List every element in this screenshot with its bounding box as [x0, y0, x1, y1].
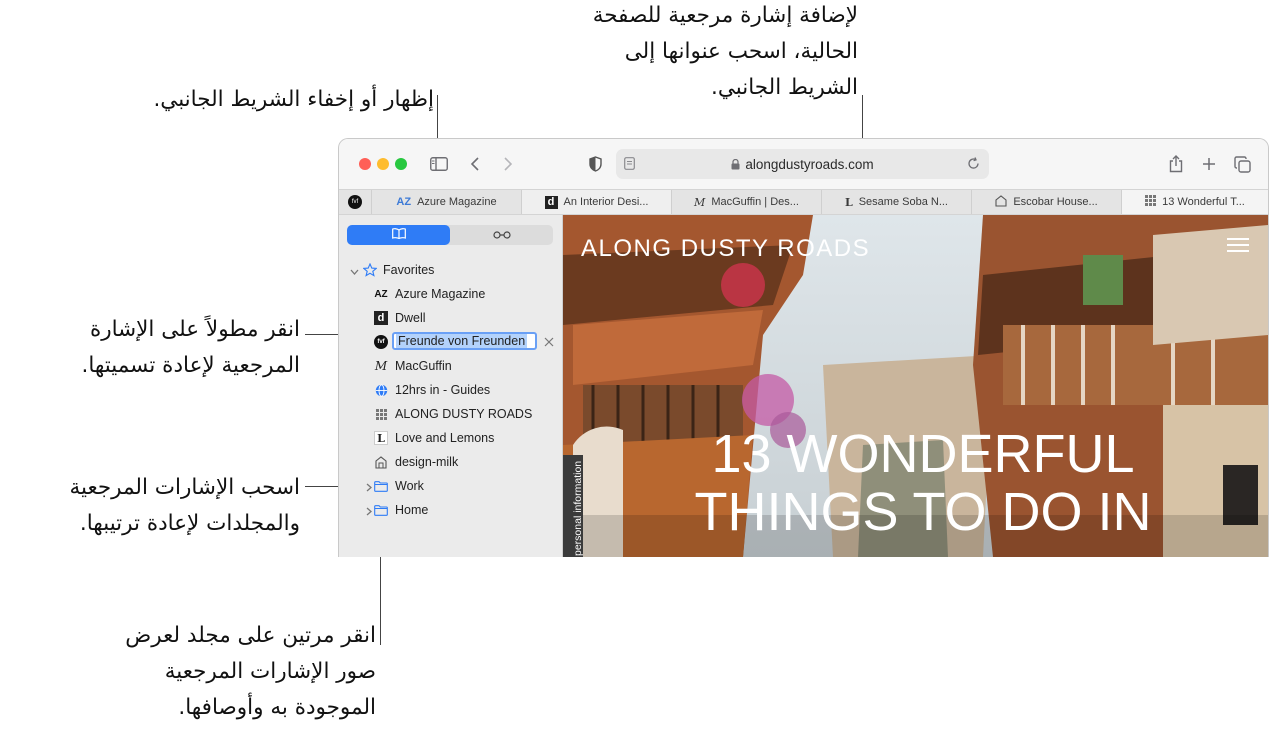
chevron-right-icon[interactable] [366, 481, 372, 495]
page-icon [624, 157, 635, 173]
personal-info-side-tab[interactable]: personal information [563, 455, 584, 557]
l-favicon-icon: L [844, 195, 853, 209]
bookmark-dwell[interactable]: d Dwell [339, 306, 562, 330]
new-tab-icon[interactable] [1198, 153, 1220, 175]
tab-interior-design[interactable]: d An Interior Desi... [521, 190, 671, 214]
l-favicon-icon: L [374, 431, 388, 445]
url-text: alongdustyroads.com [745, 156, 874, 172]
bookmark-12hrs[interactable]: 12hrs in - Guides [339, 378, 562, 402]
web-content: ALONG DUSTY ROADS 13 WONDERFUL THINGS TO… [563, 215, 1268, 557]
house-favicon-icon [374, 455, 388, 469]
lock-icon [731, 158, 740, 170]
m-favicon-icon: M [694, 195, 706, 209]
tab-13-wonderful[interactable]: 13 Wonderful T... [1121, 190, 1268, 214]
callout-sidebar-toggle: إظهار أو إخفاء الشريط الجانبي. [153, 87, 434, 112]
favorites-label: Favorites [383, 263, 435, 277]
globe-icon [374, 383, 388, 397]
folder-work[interactable]: Work [339, 474, 562, 498]
tab-escobar-house[interactable]: Escobar House... [971, 190, 1121, 214]
tab-azure-magazine[interactable]: AZ Azure Magazine [371, 190, 521, 214]
bookmark-freunde-von-freunden[interactable]: fvf Freunde von Freunden [339, 330, 562, 354]
safari-window: alongdustyroads.com fvf AZ Azure Magazine… [338, 138, 1269, 557]
house-favicon-icon [995, 194, 1007, 210]
az-favicon-icon: AZ [396, 196, 412, 208]
folder-icon [374, 503, 388, 517]
bookmark-rename-field[interactable]: Freunde von Freunden [392, 332, 537, 350]
callout-folder-view: انقر مرتين على مجلد لعرض صور الإشارات ال… [125, 623, 376, 720]
headline: 13 WONDERFUL THINGS TO DO IN [694, 424, 1152, 542]
forward-icon[interactable] [497, 153, 519, 175]
bookmark-design-milk[interactable]: design-milk [339, 450, 562, 474]
back-icon[interactable] [464, 153, 486, 175]
grid-favicon-icon [374, 407, 388, 421]
star-icon [362, 262, 378, 280]
callout-reorder: اسحب الإشارات المرجعية والمجلدات لإعادة … [69, 475, 300, 536]
reading-list-segment[interactable] [450, 225, 553, 245]
callout-rename-bookmark: انقر مطولاً على الإشارة المرجعية لإعادة … [81, 317, 300, 378]
az-favicon-icon: AZ [374, 288, 388, 300]
bookmark-macguffin[interactable]: M MacGuffin [339, 354, 562, 378]
fvf-favicon-icon: fvf [374, 335, 388, 349]
d-favicon-icon: d [374, 311, 388, 325]
site-title[interactable]: ALONG DUSTY ROADS [581, 235, 870, 263]
share-icon[interactable] [1165, 153, 1187, 175]
tabs-overview-icon[interactable] [1231, 153, 1253, 175]
tab-pinned-fvf[interactable]: fvf [339, 190, 371, 214]
bookmark-along-dusty-roads[interactable]: ALONG DUSTY ROADS [339, 402, 562, 426]
chevron-right-icon[interactable] [366, 505, 372, 519]
m-favicon-icon: M [374, 359, 388, 373]
d-favicon-icon: d [544, 195, 558, 209]
bookmark-azure-magazine[interactable]: AZ Azure Magazine [339, 282, 562, 306]
sidebar: Favorites AZ Azure Magazine d Dwell fvf … [339, 215, 563, 557]
zoom-button[interactable] [395, 158, 407, 170]
close-button[interactable] [359, 158, 371, 170]
folder-icon [374, 479, 388, 493]
sidebar-icon[interactable] [428, 153, 450, 175]
bookmark-love-and-lemons[interactable]: L Love and Lemons [339, 426, 562, 450]
callout-add-bookmark: لإضافة إشارة مرجعية للصفحة الحالية، اسحب… [592, 3, 858, 100]
tab-bar: fvf AZ Azure Magazine d An Interior Desi..… [339, 189, 1268, 215]
tab-sesame-soba[interactable]: L Sesame Soba N... [821, 190, 971, 214]
minimize-button[interactable] [377, 158, 389, 170]
reading-list-icon [492, 228, 511, 242]
tab-macguffin[interactable]: M MacGuffin | Des... [671, 190, 821, 214]
reload-icon[interactable] [967, 157, 980, 173]
address-bar[interactable]: alongdustyroads.com [616, 149, 989, 179]
bookmarks-icon [391, 228, 406, 242]
clear-text-icon[interactable] [544, 336, 554, 350]
fvf-favicon-icon: fvf [348, 195, 362, 209]
shield-icon[interactable] [584, 153, 606, 175]
bookmarks-segment[interactable] [347, 225, 450, 245]
chevron-down-icon[interactable] [350, 265, 359, 279]
folder-home[interactable]: Home [339, 498, 562, 522]
sidebar-segmented-control [347, 225, 553, 245]
grid-favicon-icon [1145, 195, 1157, 209]
toolbar: alongdustyroads.com [339, 139, 1268, 189]
hamburger-menu-icon[interactable] [1227, 237, 1249, 253]
favorites-header[interactable]: Favorites [339, 258, 562, 282]
